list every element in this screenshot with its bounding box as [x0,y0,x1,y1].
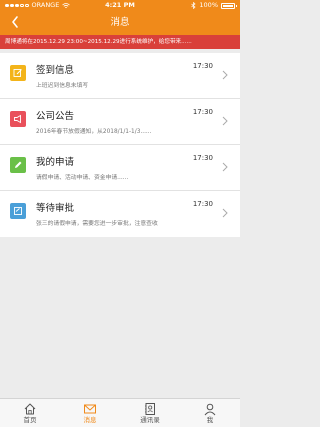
message-title: 签到信息 [36,65,75,76]
battery-label: 100% [199,1,218,9]
message-item-my-applications[interactable]: 我的申请 请假申请、活动申请、资金申请...... 17:30 [0,145,240,191]
message-subtitle: 上班迟到信息未填写 [36,83,89,89]
status-right: 100% [191,0,237,11]
tab-messages[interactable]: 消息 [60,399,120,427]
message-time: 17:30 [192,62,213,70]
maintenance-notice[interactable]: 周博通将在2015.12.29 23:00~2015.12.29进行系统维护，给… [0,35,240,49]
message-subtitle: 2016年春节放假通知，从2018/1/1-1/3...... [36,129,152,135]
message-time: 17:30 [192,154,213,162]
top-bar: ORANGE 4:21 PM 100% 消息 [0,0,240,35]
nav-header: 消息 [0,11,240,35]
message-item-announcement[interactable]: 公司公告 2016年春节放假通知，从2018/1/1-1/3...... 17:… [0,99,240,145]
chevron-right-icon [220,70,230,82]
status-bar: ORANGE 4:21 PM 100% [0,0,240,11]
chevron-left-icon [12,16,18,28]
tab-contacts[interactable]: 通讯录 [120,399,180,427]
tab-label: 首页 [23,416,37,424]
bluetooth-icon [191,2,196,9]
message-title: 我的申请 [36,157,75,168]
pencil-icon [10,157,26,173]
message-subtitle: 请假申请、活动申请、资金申请...... [36,175,129,181]
approval-icon [10,203,26,219]
tab-home[interactable]: 首页 [0,399,60,427]
chevron-right-icon [220,116,230,128]
chevron-right-icon [220,208,230,220]
page-title: 消息 [110,17,130,28]
tab-me[interactable]: 我 [180,399,240,427]
message-list: 签到信息 上班迟到信息未填写 17:30 公司公告 2016年春节放假通知，从2… [0,53,240,237]
edit-icon [10,65,26,81]
tab-label: 消息 [83,416,97,424]
message-item-pending-approval[interactable]: 等待审批 张三的请假申请，需要您进一步审批，注意查收 17:30 [0,191,240,237]
chevron-right-icon [220,162,230,174]
message-item-checkin[interactable]: 签到信息 上班迟到信息未填写 17:30 [0,53,240,99]
tab-bar: 首页 消息 通讯录 我 [0,398,240,427]
tab-label: 我 [206,416,214,424]
tab-label: 通讯录 [140,416,160,424]
message-title: 等待审批 [36,203,75,214]
message-time: 17:30 [192,108,213,116]
message-title: 公司公告 [36,111,75,122]
battery-icon [221,2,237,9]
message-time: 17:30 [192,200,213,208]
megaphone-icon [10,111,26,127]
back-button[interactable] [8,15,22,31]
message-subtitle: 张三的请假申请，需要您进一步审批，注意查收 [36,221,158,227]
